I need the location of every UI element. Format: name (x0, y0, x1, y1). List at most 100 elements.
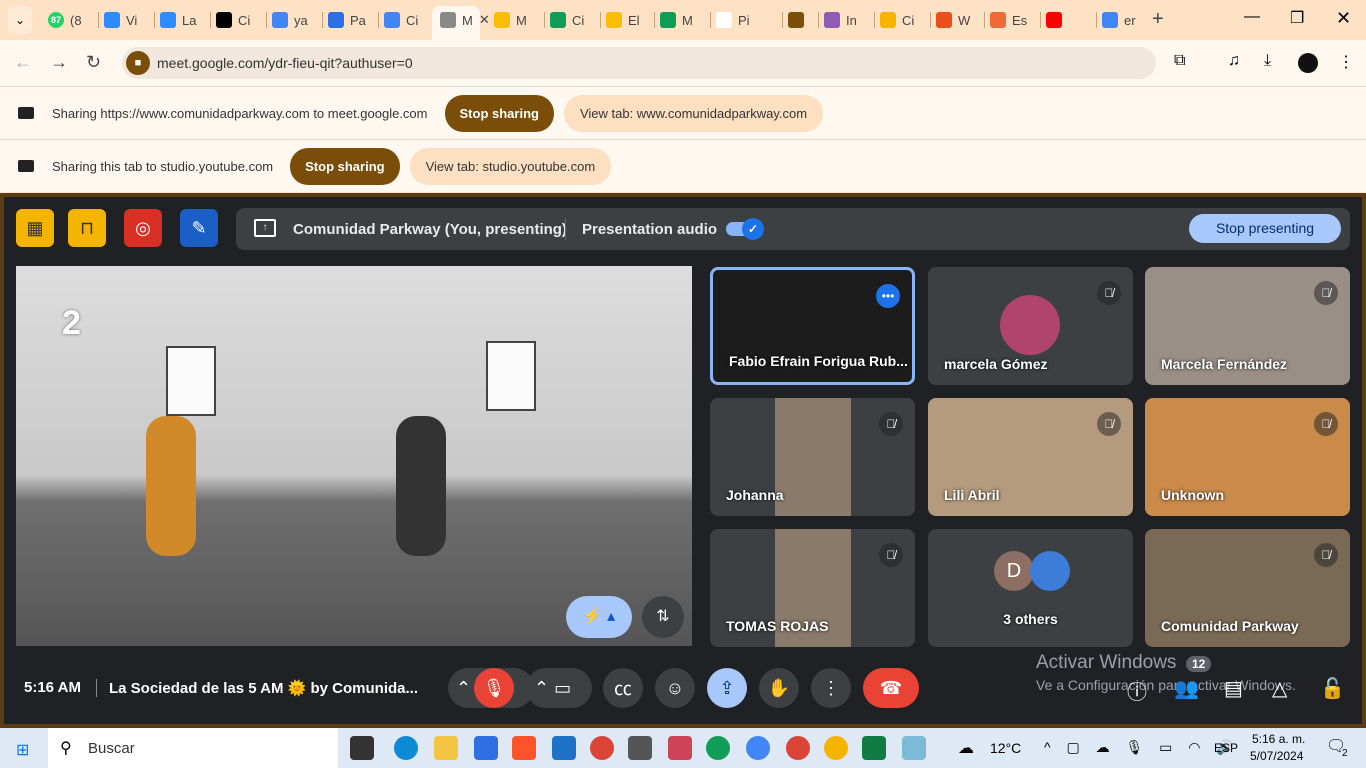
participant-tile[interactable]: Marcela Fernández 🎙̸ (1145, 267, 1350, 385)
participant-tile[interactable]: Johanna 🎙̸ (710, 398, 915, 516)
browser-tab[interactable]: Pa (328, 8, 366, 32)
minimize-button[interactable]: — (1244, 8, 1260, 26)
forward-icon[interactable]: → (50, 52, 68, 73)
dots-icon (990, 12, 1006, 28)
notepad-icon[interactable] (902, 736, 926, 760)
edge-icon[interactable] (394, 736, 418, 760)
chrome-icon[interactable] (824, 736, 848, 760)
chrome-icon[interactable] (706, 736, 730, 760)
browser-tab[interactable]: M (494, 8, 527, 32)
clock-time[interactable]: 5:16 a. m. (1252, 732, 1305, 746)
participant-tile[interactable]: marcela Gómez 🎙̸ (928, 267, 1133, 385)
browser-tab[interactable]: M ✕ (440, 8, 490, 32)
view-tab-button[interactable]: View tab: studio.youtube.com (409, 147, 612, 185)
record-icon[interactable]: ◎ (124, 209, 162, 247)
stop-sharing-button[interactable]: Stop sharing (290, 147, 400, 185)
browser-tab[interactable]: La (160, 8, 196, 32)
sheets-icon (550, 12, 566, 28)
browser-tab[interactable]: Ci (880, 8, 914, 32)
slides-icon (880, 12, 896, 28)
captions-button[interactable]: ㏄ (603, 668, 643, 708)
store-icon[interactable] (474, 736, 498, 760)
extension-grid-off-icon[interactable]: ▦ (16, 209, 54, 247)
stop-sharing-button[interactable]: Stop sharing (444, 94, 554, 132)
language-indicator[interactable]: ESP (1214, 741, 1238, 755)
browser-tab[interactable]: In (824, 8, 857, 32)
browser-tab[interactable]: ya (272, 8, 308, 32)
raise-hand-button[interactable]: ✋ (759, 668, 799, 708)
browser-tab[interactable]: W (936, 8, 970, 32)
calculator-icon[interactable] (628, 736, 652, 760)
people-icon[interactable]: 👥 (1174, 676, 1199, 701)
info-icon[interactable]: ⓘ (1127, 676, 1147, 705)
media-icon[interactable]: ♫ (1228, 52, 1240, 70)
back-icon[interactable]: ← (14, 52, 32, 73)
whiteboard-icon[interactable]: ✎ (180, 209, 218, 247)
browser-tab[interactable]: 87 (8 (48, 8, 82, 32)
taskbar-search[interactable]: ⚲ Buscar (48, 728, 338, 768)
restore-button[interactable]: ❐ (1290, 8, 1304, 28)
reload-icon[interactable]: ↻ (86, 52, 101, 73)
leave-call-button[interactable]: ☎ (863, 668, 919, 708)
browser-tab[interactable]: Es (990, 8, 1027, 32)
mic-off-button[interactable]: 🎙 (474, 668, 514, 708)
profile-avatar[interactable] (1298, 53, 1318, 73)
tab-title: M (682, 12, 693, 28)
close-tab-icon[interactable]: ✕ (479, 12, 490, 28)
participant-tile[interactable]: D 3 others (928, 529, 1133, 647)
activities-icon[interactable]: △ (1272, 676, 1287, 701)
tray-icons[interactable]: ^ ▢ ☁ 🎙 ▭ ◠ 🔊 (1044, 739, 1240, 756)
participant-tile[interactable]: Unknown 🎙̸ (1145, 398, 1350, 516)
extension-door-icon[interactable]: ⊓ (68, 209, 106, 247)
browser-tab[interactable] (1046, 8, 1068, 32)
view-tab-button[interactable]: View tab: www.comunidadparkway.com (563, 94, 824, 132)
brave-icon[interactable] (512, 736, 536, 760)
mail-icon[interactable] (552, 736, 576, 760)
extensions-icon[interactable]: ⧉ (1174, 52, 1185, 70)
video-options-button[interactable]: ⌃ ▭ (526, 668, 592, 708)
snipping-icon[interactable] (668, 736, 692, 760)
sheets-icon (660, 12, 676, 28)
more-options-button[interactable]: ⋮ (811, 668, 851, 708)
browser-tab[interactable]: M (660, 8, 693, 32)
windows-start-icon[interactable]: ⊞ (16, 740, 29, 760)
download-icon[interactable]: ⤓ (1264, 52, 1271, 70)
stop-presenting-button[interactable]: Stop presenting (1189, 214, 1341, 243)
swap-layout-button[interactable]: ⇅ (642, 596, 684, 638)
browser-tab[interactable]: Vi (104, 8, 137, 32)
host-controls-icon[interactable]: 🔓 (1320, 676, 1345, 701)
browser-tab[interactable]: Pi (716, 8, 750, 32)
weather-temp[interactable]: 12°C (990, 740, 1021, 756)
menu-icon[interactable]: ⋮ (1338, 52, 1354, 72)
browser-tab[interactable]: Ci (216, 8, 250, 32)
chrome-icon[interactable] (590, 736, 614, 760)
emoji-button[interactable]: ☺ (655, 668, 695, 708)
present-button[interactable]: ⇪ (707, 668, 747, 708)
chrome-icon[interactable] (746, 736, 770, 760)
browser-tab[interactable]: El (606, 8, 640, 32)
browser-tab[interactable]: Ci (384, 8, 418, 32)
browser-tab[interactable]: Ci (550, 8, 584, 32)
clock-date[interactable]: 5/07/2024 (1250, 749, 1303, 763)
more-options-icon[interactable]: ••• (876, 284, 900, 308)
drive-icon (606, 12, 622, 28)
tab-search-button[interactable]: ⌄ (8, 6, 32, 34)
file-explorer-icon[interactable] (434, 736, 458, 760)
reactions-button[interactable]: ⚡ ▴ (566, 596, 632, 638)
participant-name: Unknown (1161, 487, 1224, 503)
participant-tile[interactable]: Fabio Efrain Forigua Rub... ••• (710, 267, 915, 385)
browser-tab[interactable]: er (1102, 8, 1136, 32)
excel-icon[interactable] (862, 736, 886, 760)
chrome-icon[interactable] (786, 736, 810, 760)
browser-tab[interactable] (788, 8, 810, 32)
address-bar[interactable]: ■ meet.google.com/ydr-fieu-qit?authuser=… (122, 47, 1156, 79)
new-tab-button[interactable]: + (1152, 8, 1164, 31)
participant-tile[interactable]: TOMAS ROJAS 🎙̸ (710, 529, 915, 647)
zoom-icon (104, 12, 120, 28)
task-view-icon[interactable] (350, 736, 374, 760)
participant-tile[interactable]: Comunidad Parkway 🎙̸ (1145, 529, 1350, 647)
close-window-button[interactable]: ✕ (1336, 8, 1351, 29)
presentation-audio-toggle[interactable]: ✓ (726, 218, 764, 240)
participant-tile[interactable]: Lili Abril 🎙̸ (928, 398, 1133, 516)
chat-icon[interactable]: ▤ (1224, 676, 1243, 701)
